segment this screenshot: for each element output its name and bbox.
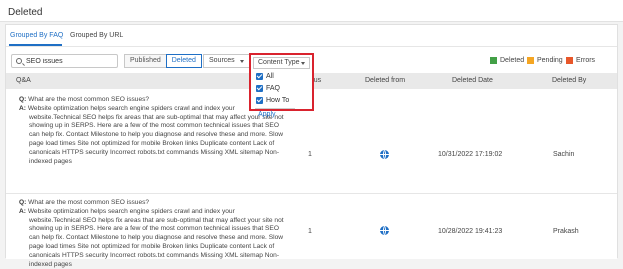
question-prefix: Q:: [19, 96, 27, 103]
deleted-by-cell: Prakash: [553, 228, 579, 235]
sources-dropdown[interactable]: Sources: [203, 54, 250, 68]
option-how-to-label: How To: [266, 97, 290, 104]
header-qa: Q&A: [16, 77, 31, 84]
table-row: Q: What are the most common SEO issues? …: [6, 195, 617, 268]
legend-deleted: Deleted: [490, 57, 524, 64]
answer-prefix: A:: [19, 207, 26, 215]
globe-icon[interactable]: [380, 150, 389, 159]
deleted-date-cell: 10/31/2022 17:19:02: [438, 151, 503, 158]
errors-swatch: [566, 57, 573, 64]
checkbox-checked-icon[interactable]: [256, 85, 263, 92]
header-deleted-by: Deleted By: [552, 77, 587, 84]
deleted-date-cell: 10/28/2022 19:41:23: [438, 228, 503, 235]
search-box: [11, 54, 118, 68]
count-cell: 1: [308, 151, 312, 158]
pending-swatch: [527, 57, 534, 64]
page-title: Deleted: [8, 7, 43, 18]
header-deleted-from: Deleted from: [365, 77, 406, 84]
active-tab-indicator: [9, 44, 62, 46]
option-faq-label: FAQ: [266, 85, 281, 92]
chevron-down-icon: [301, 62, 305, 65]
answer-text: Website optimization helps search engine…: [27, 207, 235, 215]
question-text: What are the most common SEO issues?: [28, 199, 150, 206]
answer-prefix: A:: [19, 104, 26, 112]
legend-errors: Errors: [566, 57, 595, 64]
search-input[interactable]: [26, 56, 116, 67]
deleted-swatch: [490, 57, 497, 64]
question-text: What are the most common SEO issues?: [28, 96, 150, 103]
legend-pending: Pending: [527, 57, 563, 64]
option-all-label: All: [266, 73, 274, 80]
checkbox-checked-icon[interactable]: [256, 73, 263, 80]
content-type-label: Content Type: [258, 59, 300, 66]
option-faq[interactable]: FAQ: [256, 85, 280, 92]
search-icon: [16, 58, 22, 64]
tab-grouped-by-url[interactable]: Grouped By URL: [70, 32, 123, 39]
answer-text-continued: website.Technical SEO helps fix areas th…: [29, 113, 284, 165]
sources-dropdown-label: Sources: [209, 57, 235, 64]
title-bar: Deleted: [0, 0, 623, 22]
answer-text-continued: website.Technical SEO helps fix areas th…: [29, 216, 284, 268]
checkbox-checked-icon[interactable]: [256, 97, 263, 104]
option-all[interactable]: All: [256, 73, 274, 80]
menu-divider: [255, 108, 295, 109]
count-cell: 1: [308, 228, 312, 235]
apply-button[interactable]: Apply: [258, 111, 276, 118]
qa-cell: Q: What are the most common SEO issues? …: [19, 199, 291, 269]
status-filter: Published Deleted: [124, 54, 202, 68]
legend-errors-label: Errors: [576, 57, 596, 64]
tab-grouped-by-faq[interactable]: Grouped By FAQ: [10, 32, 63, 39]
deleted-by-cell: Sachin: [553, 151, 575, 158]
header-deleted-date: Deleted Date: [452, 77, 493, 84]
legend-deleted-label: Deleted: [500, 57, 525, 64]
chevron-down-icon: [239, 60, 244, 63]
content-type-dropdown: Content Type All FAQ How To: [249, 53, 314, 111]
legend-pending-label: Pending: [537, 57, 563, 64]
published-filter-button[interactable]: Published: [124, 54, 167, 68]
content-type-dropdown-button[interactable]: Content Type: [253, 57, 310, 69]
answer-text: Website optimization helps search engine…: [27, 104, 235, 112]
question-prefix: Q:: [19, 199, 27, 206]
tab-bar: Grouped By FAQ Grouped By URL: [6, 25, 617, 47]
option-how-to[interactable]: How To: [256, 97, 289, 104]
deleted-filter-button[interactable]: Deleted: [165, 54, 202, 68]
globe-icon[interactable]: [380, 226, 389, 235]
